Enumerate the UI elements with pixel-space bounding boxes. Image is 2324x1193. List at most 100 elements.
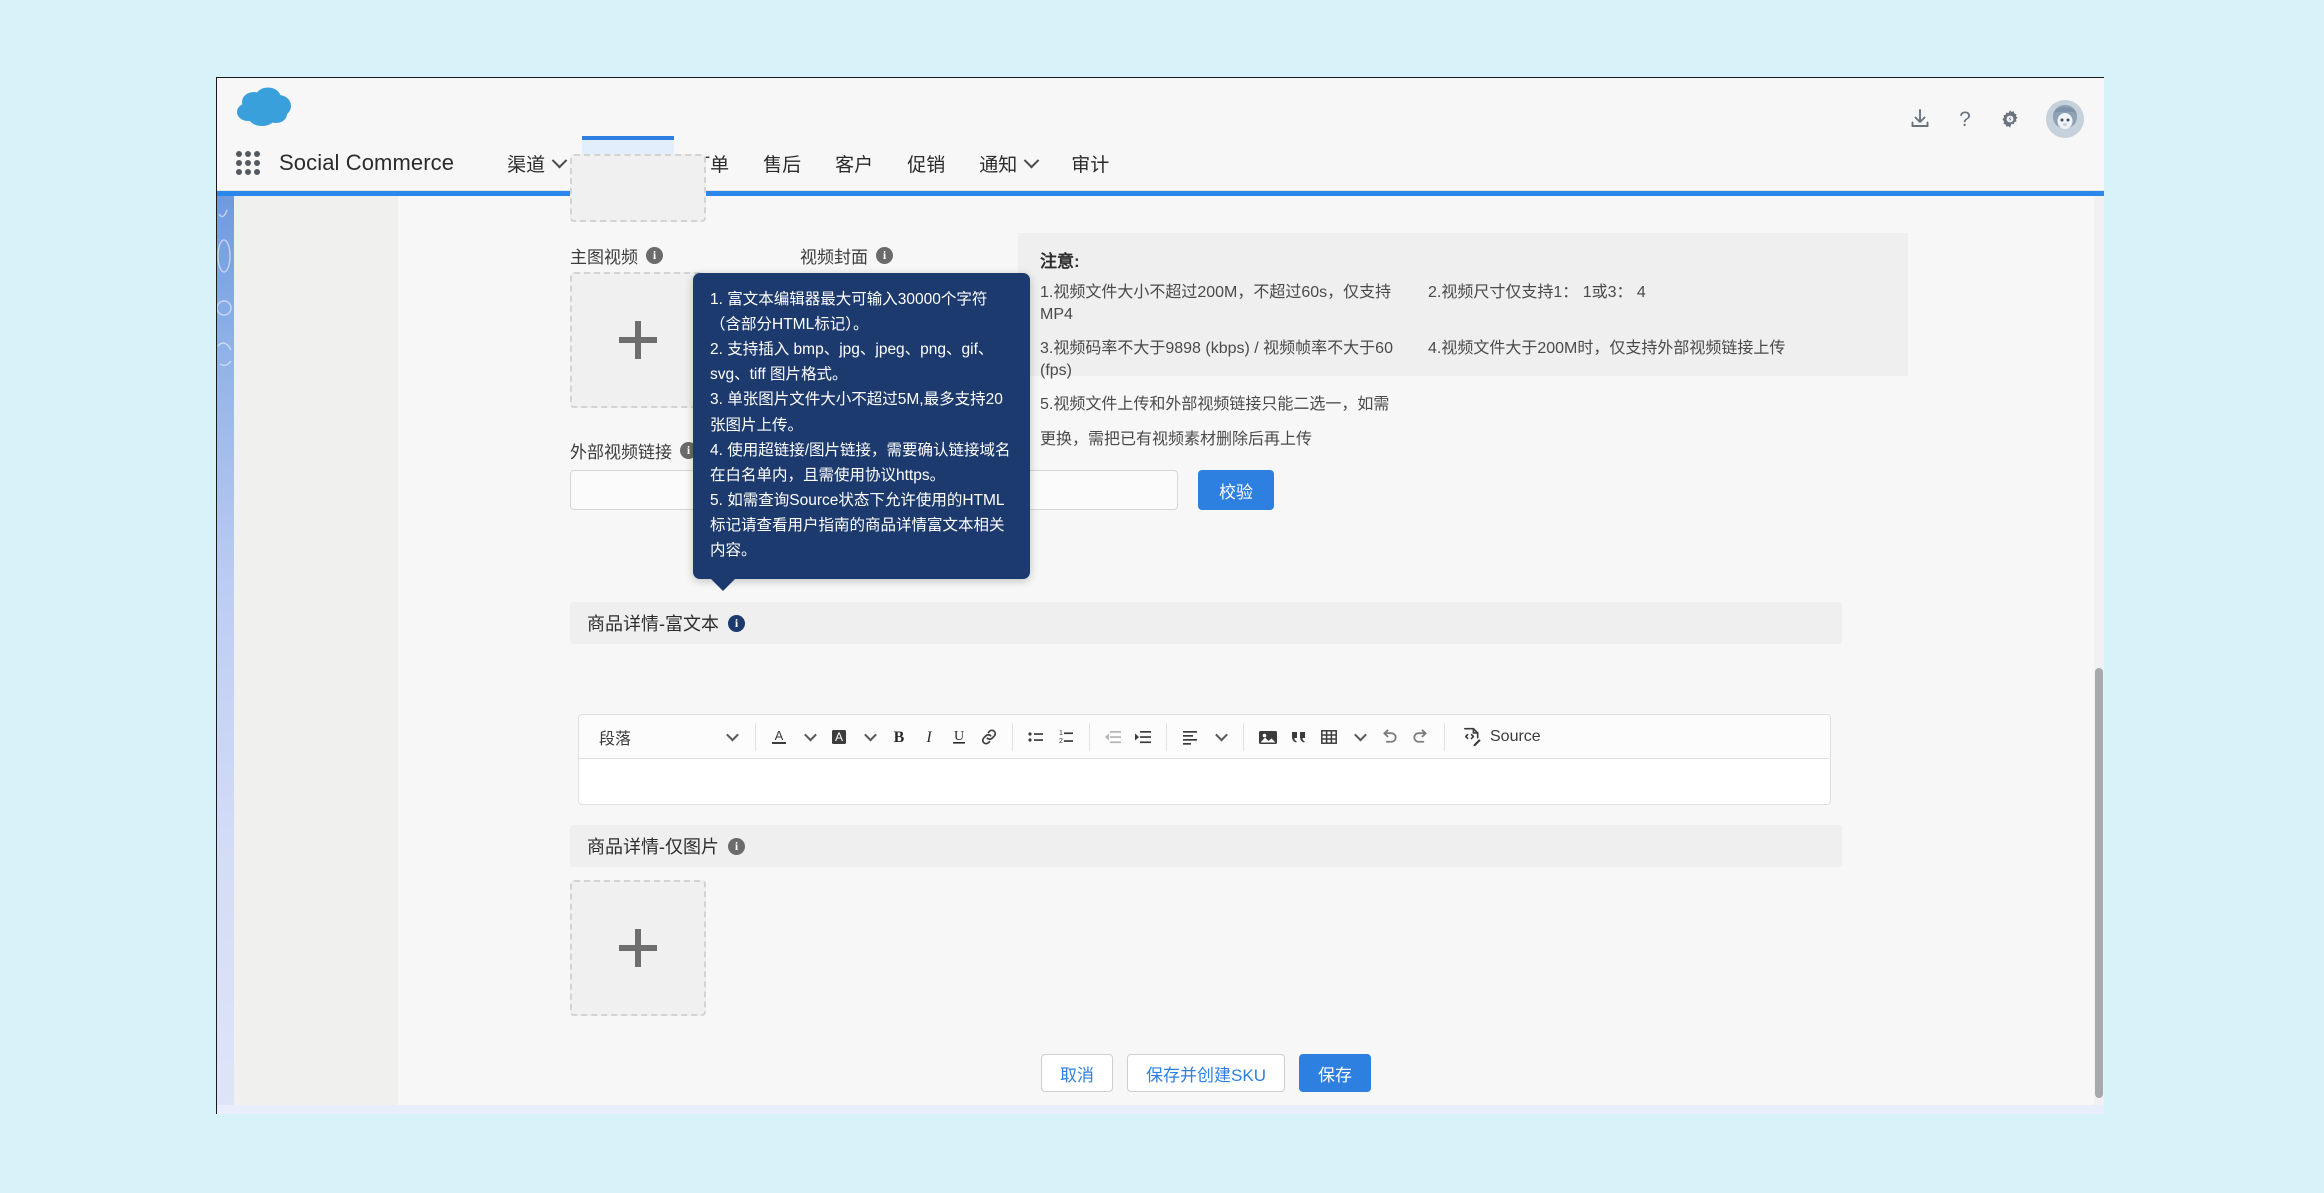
notice-items: 1.视频文件大小不超过200M，不超过60s，仅支持MP4 2.视频尺寸仅支持1…: [1040, 282, 1886, 451]
tooltip-line: 2. 支持插入 bmp、jpg、jpeg、png、gif、svg、tiff 图片…: [710, 341, 994, 384]
section-header-rich-text: 商品详情-富文本 i: [570, 602, 1842, 644]
paragraph-style-select[interactable]: 段落: [587, 721, 747, 753]
app-launcher-grid-icon[interactable]: [234, 149, 262, 177]
tooltip-line: 5. 如需查询Source状态下允许使用的HTML标记请查看用户指南的商品详情富…: [710, 491, 1005, 560]
source-view-button[interactable]: Source: [1453, 721, 1546, 753]
toolbar-divider: [1166, 722, 1167, 751]
main-navigation: Social Commerce 渠道 商品 订单 售后 客户: [217, 136, 2104, 190]
plus-icon: [619, 929, 657, 967]
chevron-down-icon: [803, 728, 817, 742]
blockquote-icon[interactable]: [1284, 721, 1314, 753]
chevron-down-icon: [1353, 728, 1367, 742]
nav-tab-customer[interactable]: 客户: [818, 136, 890, 190]
nav-tab-audit[interactable]: 审计: [1054, 136, 1126, 190]
chevron-down-icon: [1214, 728, 1228, 742]
label-text: 主图视频: [570, 248, 638, 267]
download-icon[interactable]: [1907, 106, 1933, 132]
notice-item: 3.视频码率不大于9898 (kbps) / 视频帧率不大于60 (fps): [1040, 340, 1393, 379]
numbered-list-icon[interactable]: 12: [1051, 721, 1081, 753]
main-video-upload-box[interactable]: [570, 272, 706, 408]
plus-icon: [619, 321, 657, 359]
label-text: 外部视频链接: [570, 443, 672, 462]
decorative-left-rail: [217, 196, 234, 1114]
save-and-create-sku-button[interactable]: 保存并创建SKU: [1127, 1054, 1285, 1092]
bold-icon[interactable]: B: [884, 721, 914, 753]
external-video-link-label: 外部视频链接 i: [570, 438, 697, 463]
toolbar-divider: [1089, 722, 1090, 751]
vertical-scrollbar-thumb[interactable]: [2095, 668, 2103, 1098]
font-color-dropdown[interactable]: [794, 721, 824, 753]
notice-item: 更换，需把已有视频素材删除后再上传: [1040, 430, 1313, 448]
svg-text:A: A: [775, 728, 784, 743]
section-title: 商品详情-富文本: [587, 614, 719, 634]
italic-icon[interactable]: I: [914, 721, 944, 753]
nav-tab-channel[interactable]: 渠道: [490, 136, 582, 190]
tooltip-arrow: [710, 578, 736, 592]
source-label: Source: [1490, 727, 1541, 745]
notice-item: 1.视频文件大小不超过200M，不超过60s，仅支持MP4: [1040, 284, 1392, 323]
svg-text:B: B: [894, 729, 905, 746]
info-icon[interactable]: i: [728, 614, 745, 632]
tooltip-line: 1. 富文本编辑器最大可输入30000个字符（含部分HTML标记）。: [710, 291, 988, 334]
insert-image-icon[interactable]: [1252, 721, 1284, 753]
app-title: Social Commerce: [279, 150, 455, 175]
user-avatar[interactable]: [2046, 100, 2084, 138]
page-body: 主图视频 i 视频封面 i 注意: 1.视频文件大小不超过200M，不超过60s…: [217, 154, 2104, 1114]
paragraph-style-label: 段落: [599, 730, 632, 748]
toolbar-divider: [1243, 722, 1244, 751]
nav-tab-label: 客户: [835, 154, 874, 176]
outdent-icon[interactable]: [1098, 721, 1128, 753]
info-icon[interactable]: i: [728, 837, 745, 855]
highlight-color-icon[interactable]: A: [824, 721, 854, 753]
tooltip-line: 3. 单张图片文件大小不超过5M,最多支持20张图片上传。: [710, 391, 1003, 434]
info-icon[interactable]: i: [646, 247, 663, 264]
svg-text:U: U: [954, 729, 964, 744]
chevron-down-icon: [863, 728, 877, 742]
font-color-icon[interactable]: A: [764, 721, 794, 753]
toolbar-divider: [1444, 722, 1445, 751]
svg-text:1: 1: [1059, 730, 1063, 737]
highlight-color-dropdown[interactable]: [854, 721, 884, 753]
indent-icon[interactable]: [1128, 721, 1158, 753]
table-dropdown[interactable]: [1344, 721, 1374, 753]
info-icon[interactable]: i: [876, 247, 893, 264]
image-only-upload-box[interactable]: [570, 880, 706, 1016]
notice-item: 5.视频文件上传和外部视频链接只能二选一，如需: [1040, 396, 1390, 414]
vertical-scrollbar-track[interactable]: [2094, 196, 2104, 1114]
rich-text-info-tooltip: 1. 富文本编辑器最大可输入30000个字符（含部分HTML标记）。 2. 支持…: [693, 273, 1030, 592]
help-question-icon[interactable]: ?: [1952, 106, 1978, 132]
editor-toolbar: 段落 A A B I U 1 2 Source: [578, 714, 1831, 758]
bulleted-list-icon[interactable]: [1021, 721, 1051, 753]
align-icon[interactable]: [1175, 721, 1205, 753]
save-button[interactable]: 保存: [1298, 1054, 1371, 1092]
toolbar-divider: [1012, 722, 1013, 751]
cancel-button[interactable]: 取消: [1041, 1054, 1114, 1092]
app-window: ? Social Commerce 渠道 订单 售后 客户 促销 通知 审计 主…: [216, 77, 2104, 1114]
insert-table-icon[interactable]: [1314, 721, 1344, 753]
label-text: 视频封面: [800, 248, 868, 267]
verify-button[interactable]: 校验: [1198, 470, 1274, 510]
main-video-label: 主图视频 i: [570, 243, 663, 268]
nav-tab-label: 审计: [1071, 154, 1110, 176]
link-icon[interactable]: [974, 721, 1004, 753]
left-empty-panel: [234, 196, 398, 1114]
svg-text:A: A: [835, 730, 843, 744]
editor-content-area[interactable]: [578, 758, 1831, 805]
undo-icon[interactable]: [1374, 721, 1405, 753]
notice-item: 2.视频尺寸仅支持1： 1或3： 4: [1428, 284, 1646, 301]
align-dropdown[interactable]: [1205, 721, 1235, 753]
section-title: 商品详情-仅图片: [587, 837, 719, 857]
tooltip-line: 4. 使用超链接/图片链接，需要确认链接域名在白名单内，且需使用协议https。: [710, 441, 1011, 484]
svg-text:?: ?: [1959, 108, 1971, 131]
nav-tab-promotion[interactable]: 促销: [890, 136, 962, 190]
chevron-down-icon: [1023, 152, 1040, 168]
gear-icon[interactable]: [1997, 106, 2023, 132]
nav-tab-label: 售后: [763, 154, 802, 176]
rich-text-editor: 段落 A A B I U 1 2 Source: [578, 714, 1831, 805]
underline-icon[interactable]: U: [944, 721, 974, 753]
nav-tab-aftersales[interactable]: 售后: [746, 136, 818, 190]
upload-box-clipped[interactable]: [570, 154, 706, 222]
nav-tab-notification[interactable]: 通知: [962, 136, 1054, 190]
section-header-image-only: 商品详情-仅图片 i: [570, 825, 1842, 867]
redo-icon[interactable]: [1405, 721, 1436, 753]
